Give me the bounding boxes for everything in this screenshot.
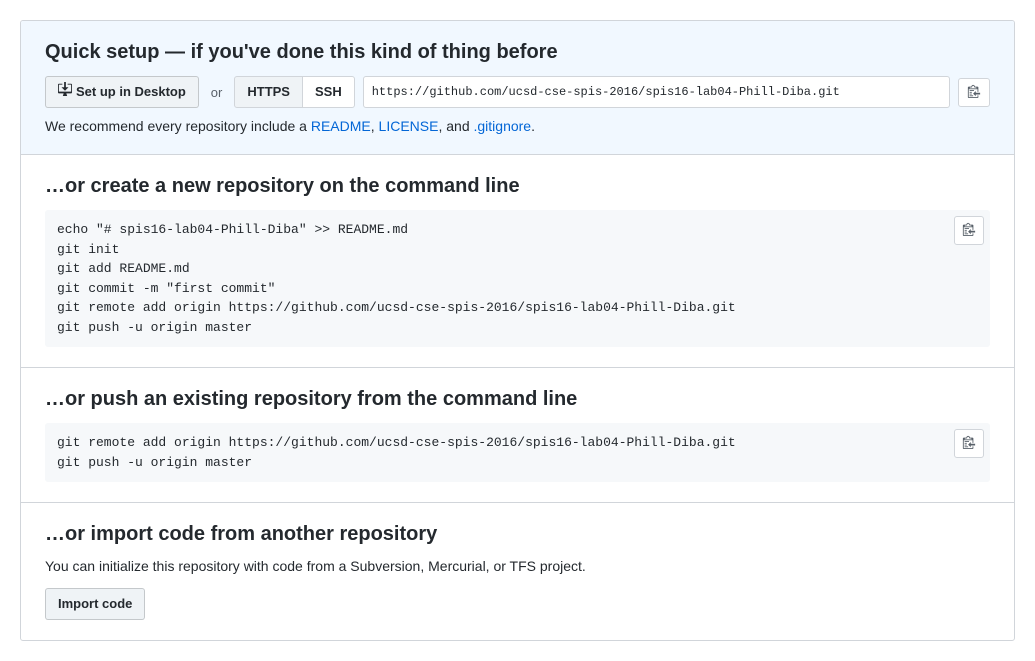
- copy-create-repo-button[interactable]: [954, 216, 984, 245]
- setup-in-desktop-label: Set up in Desktop: [76, 82, 186, 102]
- readme-link[interactable]: README: [311, 118, 371, 134]
- desktop-download-icon: [58, 82, 72, 102]
- import-repo-section: …or import code from another repository …: [21, 503, 1014, 640]
- clipboard-icon: [962, 222, 976, 239]
- create-repo-code-wrap: echo "# spis16-lab04-Phill-Diba" >> READ…: [45, 210, 990, 347]
- push-repo-section: …or push an existing repository from the…: [21, 368, 1014, 503]
- import-code-button[interactable]: Import code: [45, 588, 145, 620]
- clipboard-icon: [967, 84, 981, 101]
- push-repo-code-wrap: git remote add origin https://github.com…: [45, 423, 990, 482]
- quick-setup-section: Quick setup — if you've done this kind o…: [21, 21, 1014, 155]
- clone-url-row: Set up in Desktop or HTTPS SSH: [45, 76, 990, 108]
- setup-in-desktop-button[interactable]: Set up in Desktop: [45, 76, 199, 108]
- clipboard-icon: [962, 435, 976, 452]
- or-separator: or: [207, 85, 227, 100]
- push-repo-heading: …or push an existing repository from the…: [45, 388, 990, 411]
- gitignore-link[interactable]: .gitignore: [474, 118, 532, 134]
- license-link[interactable]: LICENSE: [379, 118, 439, 134]
- push-repo-code: git remote add origin https://github.com…: [45, 423, 990, 482]
- create-repo-code: echo "# spis16-lab04-Phill-Diba" >> READ…: [45, 210, 990, 347]
- import-repo-description: You can initialize this repository with …: [45, 558, 990, 574]
- clone-url-input[interactable]: [363, 76, 950, 108]
- repo-setup-panel: Quick setup — if you've done this kind o…: [20, 20, 1015, 641]
- quick-setup-heading: Quick setup — if you've done this kind o…: [45, 41, 990, 64]
- recommend-text: We recommend every repository include a …: [45, 118, 990, 134]
- copy-push-repo-button[interactable]: [954, 429, 984, 458]
- create-repo-heading: …or create a new repository on the comma…: [45, 175, 990, 198]
- copy-url-button[interactable]: [958, 78, 990, 107]
- protocol-switcher: HTTPS SSH: [234, 76, 354, 108]
- ssh-protocol-button[interactable]: SSH: [303, 76, 355, 108]
- https-protocol-button[interactable]: HTTPS: [234, 76, 303, 108]
- create-repo-section: …or create a new repository on the comma…: [21, 155, 1014, 368]
- import-repo-heading: …or import code from another repository: [45, 523, 990, 546]
